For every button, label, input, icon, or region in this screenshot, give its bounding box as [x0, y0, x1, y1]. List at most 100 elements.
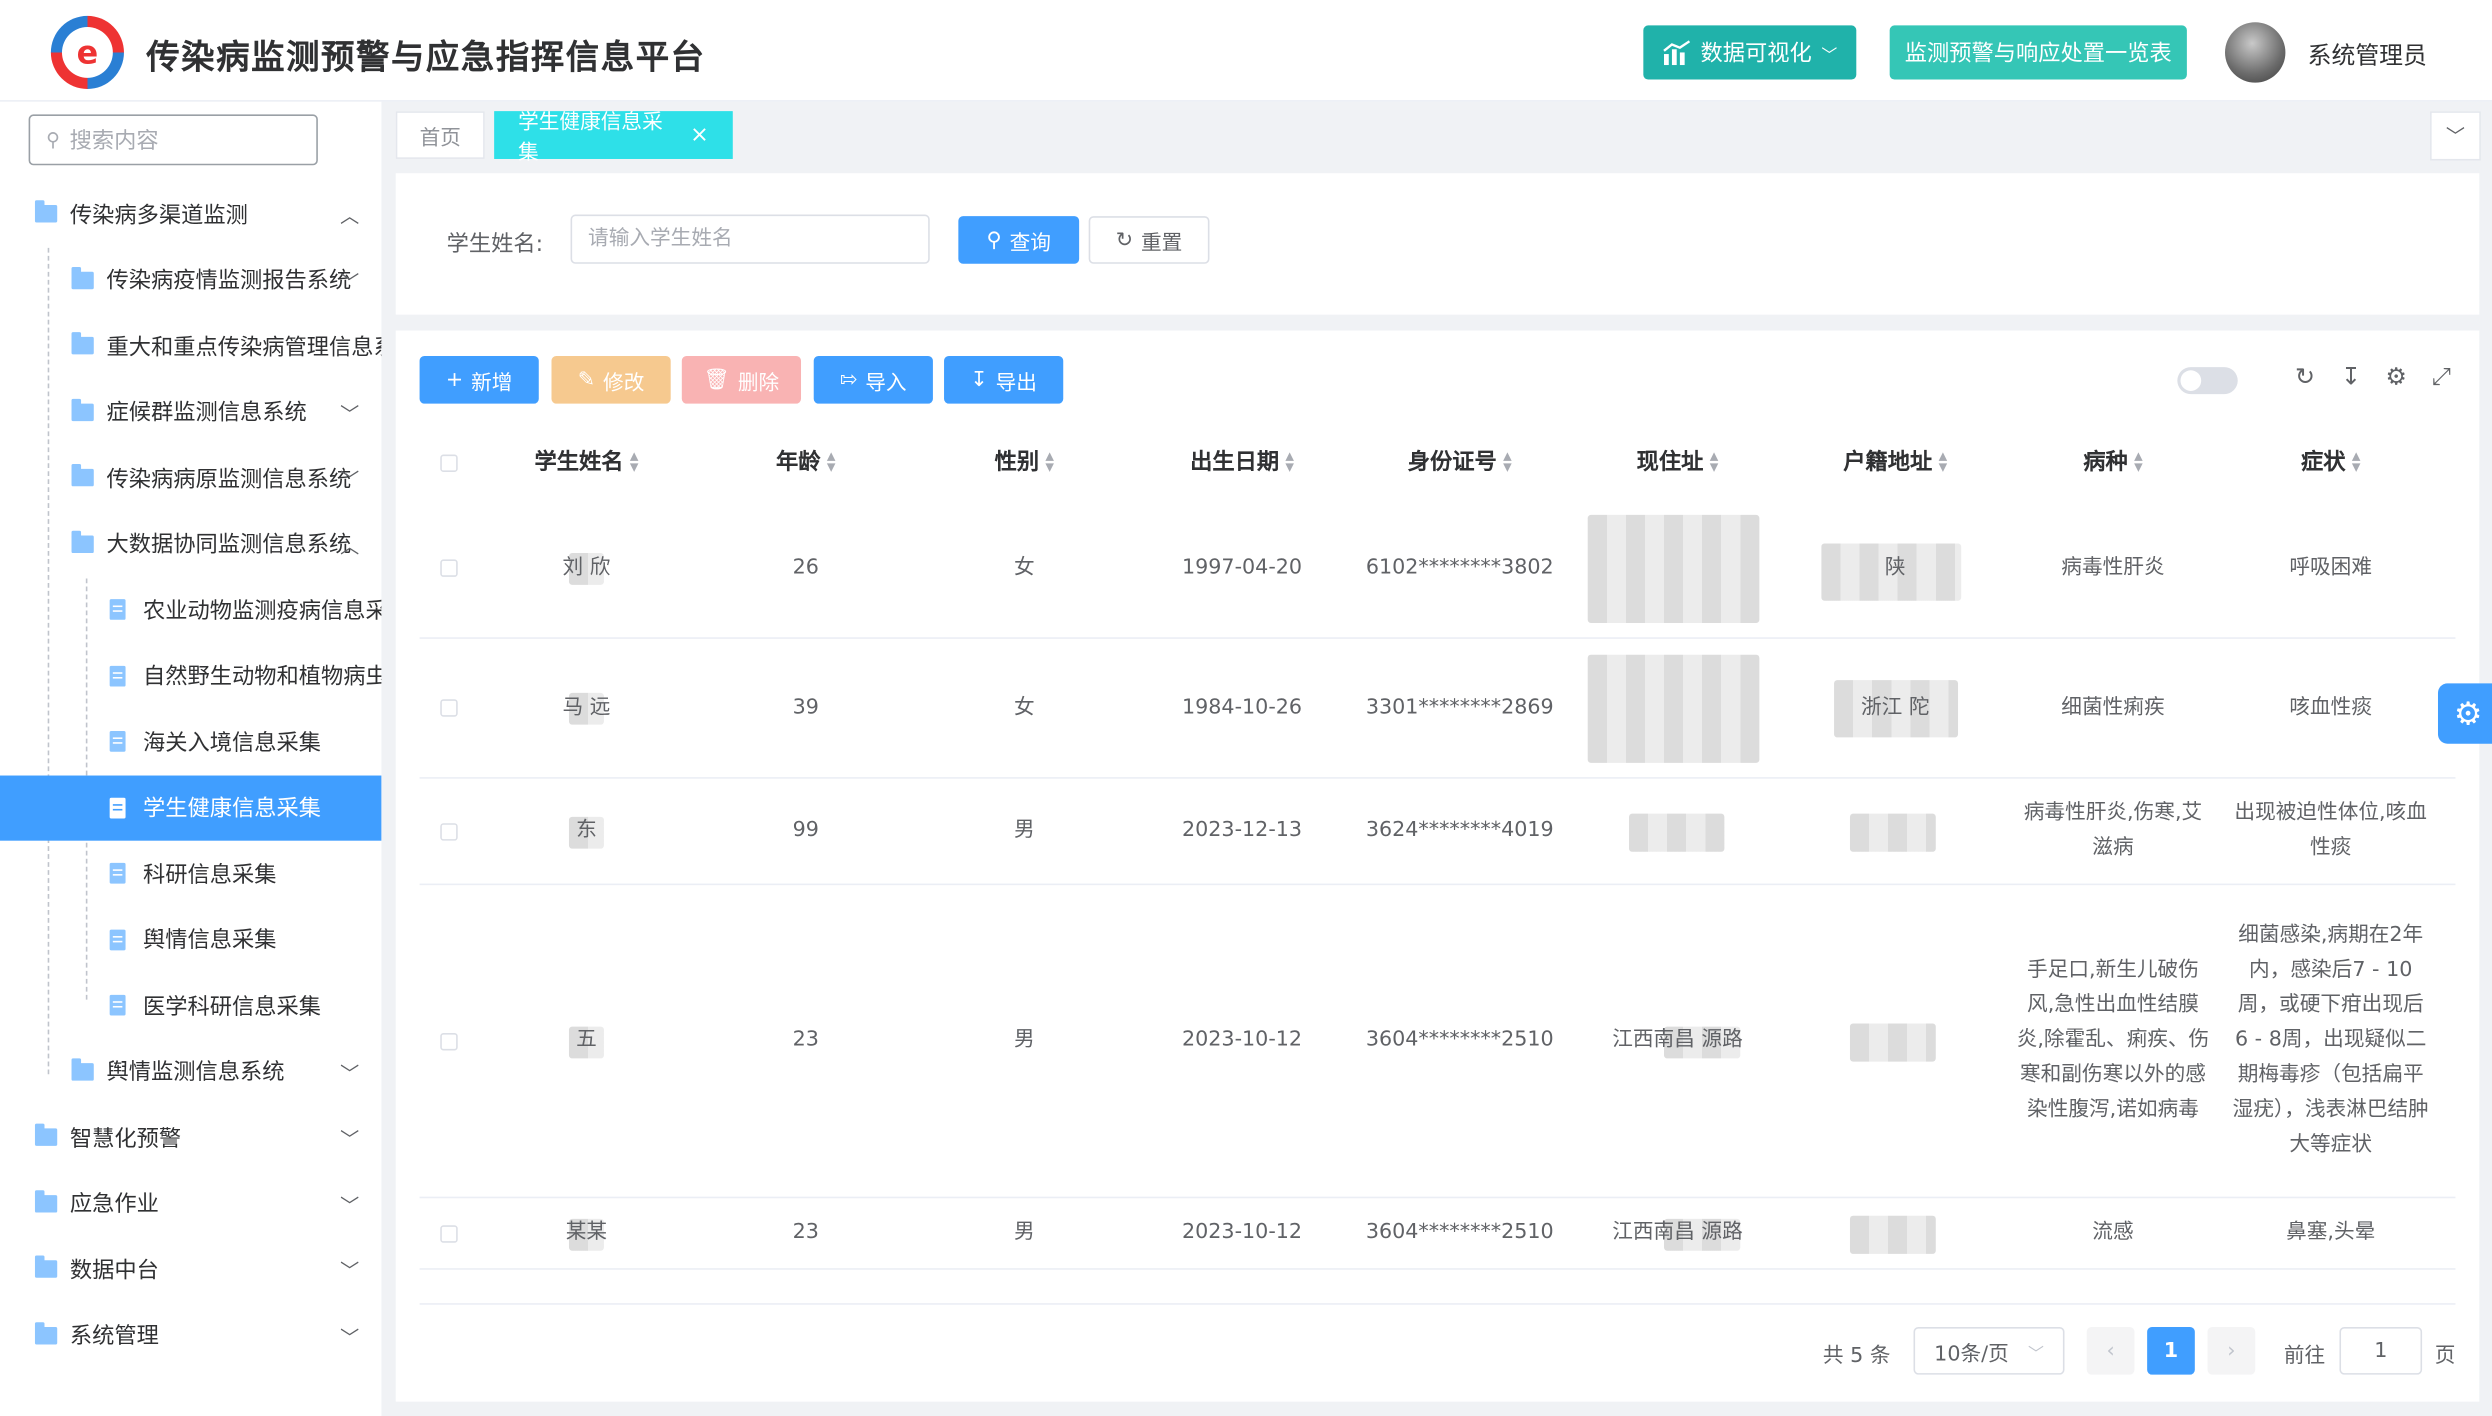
sidebar-item[interactable]: 智慧化预警 ﹀ — [0, 1104, 381, 1170]
cell-text: 男 — [1013, 818, 1035, 843]
close-icon[interactable]: × — [690, 122, 709, 147]
settings-icon[interactable]: ⚙ — [2386, 362, 2407, 391]
edit-icon: ✎ — [577, 367, 596, 392]
column-header[interactable]: 症状 ▲ ▼ — [2222, 426, 2440, 499]
row-checkbox[interactable] — [439, 1224, 457, 1242]
row-select-cell — [420, 499, 477, 637]
student-name-input[interactable]: 请输入学生姓名 — [570, 214, 930, 264]
select-all-checkbox[interactable] — [439, 453, 457, 472]
column-header[interactable]: 病种 ▲ ▼ — [2004, 426, 2222, 499]
cell-text: 男 — [1013, 1220, 1035, 1245]
tab-home[interactable]: 首页 — [395, 111, 485, 159]
sidebar-item-label: 传染病病原监测信息系统 — [106, 466, 352, 493]
table-cell-name: 马 远 — [477, 639, 696, 777]
row-select-cell — [420, 639, 477, 777]
sidebar-item[interactable]: 传染病疫情监测报告系统 ﹀ — [0, 247, 381, 313]
folder-icon — [71, 398, 94, 421]
sidebar-item[interactable]: 大数据协同监测信息系统 ︿ — [0, 511, 381, 577]
cell-text: 东 — [576, 818, 597, 843]
page-size-select[interactable]: 10条/页 ﹀ — [1913, 1326, 2065, 1375]
table-cell-birth: 1984-10-26 — [1133, 639, 1351, 777]
sidebar-item[interactable]: 舆情监测信息系统 ﹀ — [0, 1039, 381, 1105]
table-row[interactable]: 某某 23 男 2023-10-12 3604********2510 江西南昌 源路 流感… — [419, 1198, 2456, 1270]
export-button[interactable]: ↧ 导出 — [944, 355, 1064, 404]
column-height-icon[interactable]: ↧ — [2341, 362, 2361, 391]
search-button[interactable]: ⚲ 查询 — [958, 216, 1080, 264]
display-toggle[interactable] — [2177, 367, 2238, 395]
cell-text: 某某 — [565, 1220, 608, 1245]
table-row[interactable]: 五 23 男 2023-10-12 3604********2510 江西南昌 源路 手足口… — [419, 885, 2456, 1199]
sidebar-item[interactable]: 应急作业 ﹀ — [0, 1170, 381, 1236]
row-checkbox[interactable] — [439, 699, 457, 717]
sidebar-item[interactable]: 舆情信息采集 — [0, 907, 381, 973]
sidebar-item[interactable]: 系统管理 ﹀ — [0, 1302, 381, 1368]
sidebar-item[interactable]: 医学科研信息采集 — [0, 973, 381, 1039]
goto-page-input[interactable]: 1 — [2339, 1326, 2423, 1375]
chevron-down-icon: ﹀ — [340, 270, 360, 294]
sort-icon[interactable]: ▲ ▼ — [630, 451, 639, 473]
page-1-button[interactable]: 1 — [2147, 1326, 2195, 1375]
sidebar-item[interactable]: 海关入境信息采集 — [0, 709, 381, 775]
column-header[interactable]: 年龄 ▲ ▼ — [696, 426, 915, 499]
cell-text: 99 — [792, 818, 819, 843]
reset-button[interactable]: ↻ 重置 — [1088, 216, 1210, 264]
row-checkbox[interactable] — [439, 822, 457, 840]
row-checkbox[interactable] — [439, 1032, 457, 1050]
table-row[interactable]: 刘 欣 26 女 1997-04-20 6102********3802 陕 病毒性肝炎 呼吸… — [419, 499, 2456, 639]
username[interactable]: 系统管理员 — [2308, 38, 2427, 71]
sidebar-item[interactable]: 数据中台 ﹀ — [0, 1236, 381, 1302]
sort-icon[interactable]: ▲ ▼ — [1710, 451, 1719, 473]
sort-icon[interactable]: ▲ ▼ — [827, 451, 836, 473]
sort-icon[interactable]: ▲ ▼ — [1503, 451, 1512, 473]
delete-button[interactable]: 🗑 删除 — [681, 355, 802, 404]
column-header[interactable]: 出生日期 ▲ ▼ — [1133, 426, 1351, 499]
sidebar-item[interactable]: 症候群监测信息系统 ﹀ — [0, 379, 381, 445]
sort-icon[interactable]: ▲ ▼ — [1285, 451, 1294, 473]
edit-button[interactable]: ✎ 修改 — [551, 355, 671, 404]
column-header[interactable]: 户籍地址 ▲ ▼ — [1786, 426, 2004, 499]
table-cell-symptom: 呼吸困难 — [2222, 499, 2440, 637]
cell-text: 细菌感染,病期在2年内，感染后7 - 10周，或硬下疳出现后6 - 8周，出现疑… — [2232, 923, 2429, 1157]
table-cell-name: 刘 欣 — [477, 499, 696, 637]
table-cell-addr — [1569, 779, 1787, 884]
tab-dropdown-button[interactable]: ﹀ — [2430, 111, 2481, 161]
import-button[interactable]: ⇰ 导入 — [813, 355, 933, 404]
column-header[interactable]: 学生姓名 ▲ ▼ — [477, 426, 696, 499]
column-header[interactable]: 性别 ▲ ▼ — [915, 426, 1133, 499]
add-button[interactable]: + 新增 — [419, 355, 539, 404]
chevron-down-icon: ﹀ — [2445, 125, 2466, 148]
tab-student-health[interactable]: 学生健康信息采集 × — [494, 111, 733, 165]
sidebar-item[interactable]: 传染病病原监测信息系统 ﹀ — [0, 445, 381, 511]
cell-text: 2023-10-12 — [1181, 1220, 1303, 1245]
sidebar-item[interactable]: 传染病多渠道监测 ︿ — [0, 181, 381, 247]
redacted-mask — [1629, 813, 1725, 852]
sort-icon[interactable]: ▲ ▼ — [2352, 451, 2361, 473]
sidebar-item[interactable]: 重大和重点传染病管理信息系 — [0, 313, 381, 379]
column-header[interactable]: 现住址 ▲ ▼ — [1569, 426, 1787, 499]
sort-icon[interactable]: ▲ ▼ — [1045, 451, 1054, 473]
refresh-icon[interactable]: ↻ — [2295, 362, 2315, 391]
table-row[interactable]: 东 99 男 2023-12-13 3624********4019 病毒性肝炎,伤寒,艾… — [419, 779, 2456, 886]
avatar[interactable] — [2225, 22, 2286, 83]
sidebar-item[interactable]: 学生健康信息采集 — [0, 774, 382, 841]
sidebar-search-input[interactable]: ⚲ 搜索内容 — [28, 114, 318, 166]
table-cell-name: 五 — [477, 885, 696, 1196]
column-header[interactable]: 身份证号 ▲ ▼ — [1351, 426, 1569, 499]
sidebar-item[interactable]: 农业动物监测疫病信息采集 — [0, 577, 381, 643]
next-page-button[interactable]: › — [2207, 1326, 2256, 1375]
prev-page-button[interactable]: ‹ — [2086, 1326, 2135, 1375]
sidebar-item[interactable]: 自然野生动物和植物病虫害 — [0, 643, 381, 709]
sort-icon[interactable]: ▲ ▼ — [1939, 451, 1948, 473]
table-cell-disease: 病毒性肝炎 — [2004, 499, 2222, 637]
monitor-overview-button[interactable]: 监测预警与响应处置一览表 — [1889, 25, 2187, 80]
row-checkbox[interactable] — [439, 559, 457, 577]
refresh-icon: ↻ — [1115, 228, 1134, 252]
sidebar-item[interactable]: 科研信息采集 — [0, 841, 381, 907]
table-row[interactable]: 马 远 39 女 1984-10-26 3301********2869 浙江 陀 细菌性痢… — [419, 639, 2456, 779]
sort-icon[interactable]: ▲ ▼ — [2134, 451, 2143, 473]
redacted-mask — [1849, 1022, 1936, 1061]
data-visualization-button[interactable]: 数据可视化 ﹀ — [1643, 25, 1857, 80]
fullscreen-icon[interactable]: ⤢ — [2432, 362, 2451, 391]
sidebar-item-label: 症候群监测信息系统 — [106, 400, 307, 427]
settings-float-button[interactable]: ⚙ — [2437, 683, 2492, 744]
